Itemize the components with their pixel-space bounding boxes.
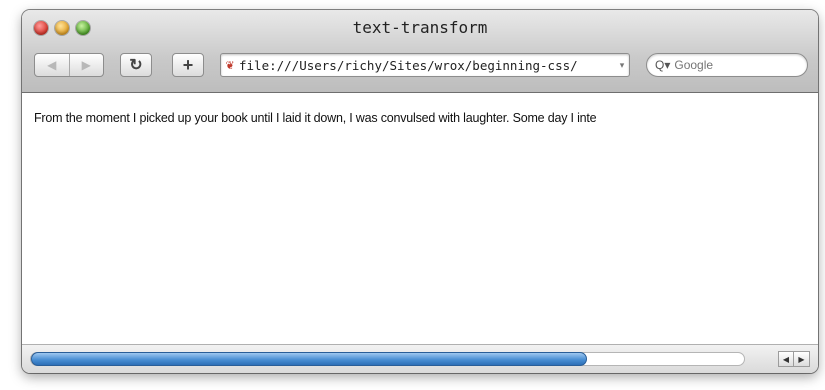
search-icon[interactable]: Q▾: [655, 58, 670, 72]
scrollbar-track[interactable]: [30, 352, 745, 366]
left-arrow-icon: ◀: [782, 354, 790, 364]
search-field[interactable]: Q▾: [646, 53, 808, 77]
back-button[interactable]: ◀: [35, 54, 69, 76]
right-arrow-icon: ▶: [798, 354, 805, 364]
back-forward-group: ◀ ▶: [34, 53, 104, 77]
scroll-left-button[interactable]: ◀: [778, 351, 794, 367]
forward-arrow-icon: ▶: [81, 58, 91, 72]
scrollbar-thumb[interactable]: [31, 352, 588, 366]
add-bookmark-button[interactable]: +: [172, 53, 204, 77]
back-arrow-icon: ◀: [47, 58, 57, 72]
address-text[interactable]: file:///Users/richy/Sites/wrox/beginning…: [239, 58, 615, 73]
forward-button[interactable]: ▶: [68, 54, 104, 76]
reload-button[interactable]: ↻: [120, 53, 152, 77]
page-content: From the moment I picked up your book un…: [22, 93, 818, 345]
plus-icon: +: [182, 54, 194, 75]
window-title: text-transform: [352, 18, 488, 37]
page-icon: ❦: [225, 59, 235, 72]
reload-icon: ↻: [129, 57, 143, 74]
toolbar: ◀ ▶ ↻ + ❦ file:///Users/richy/Sites/wrox…: [32, 50, 808, 80]
address-bar[interactable]: ❦ file:///Users/richy/Sites/wrox/beginni…: [220, 53, 630, 77]
body-paragraph: From the moment I picked up your book un…: [34, 111, 597, 125]
title-bar: text-transform ◀ ▶ ↻ + ❦ file:///Users/r…: [22, 10, 818, 93]
horizontal-scrollbar[interactable]: ◀ ▶: [22, 344, 818, 373]
search-input[interactable]: [674, 58, 790, 72]
browser-window: text-transform ◀ ▶ ↻ + ❦ file:///Users/r…: [22, 10, 818, 373]
address-dropdown-icon[interactable]: ▾: [615, 60, 629, 71]
scroll-arrows: ◀ ▶: [778, 351, 810, 367]
scroll-right-button[interactable]: ▶: [794, 351, 810, 367]
